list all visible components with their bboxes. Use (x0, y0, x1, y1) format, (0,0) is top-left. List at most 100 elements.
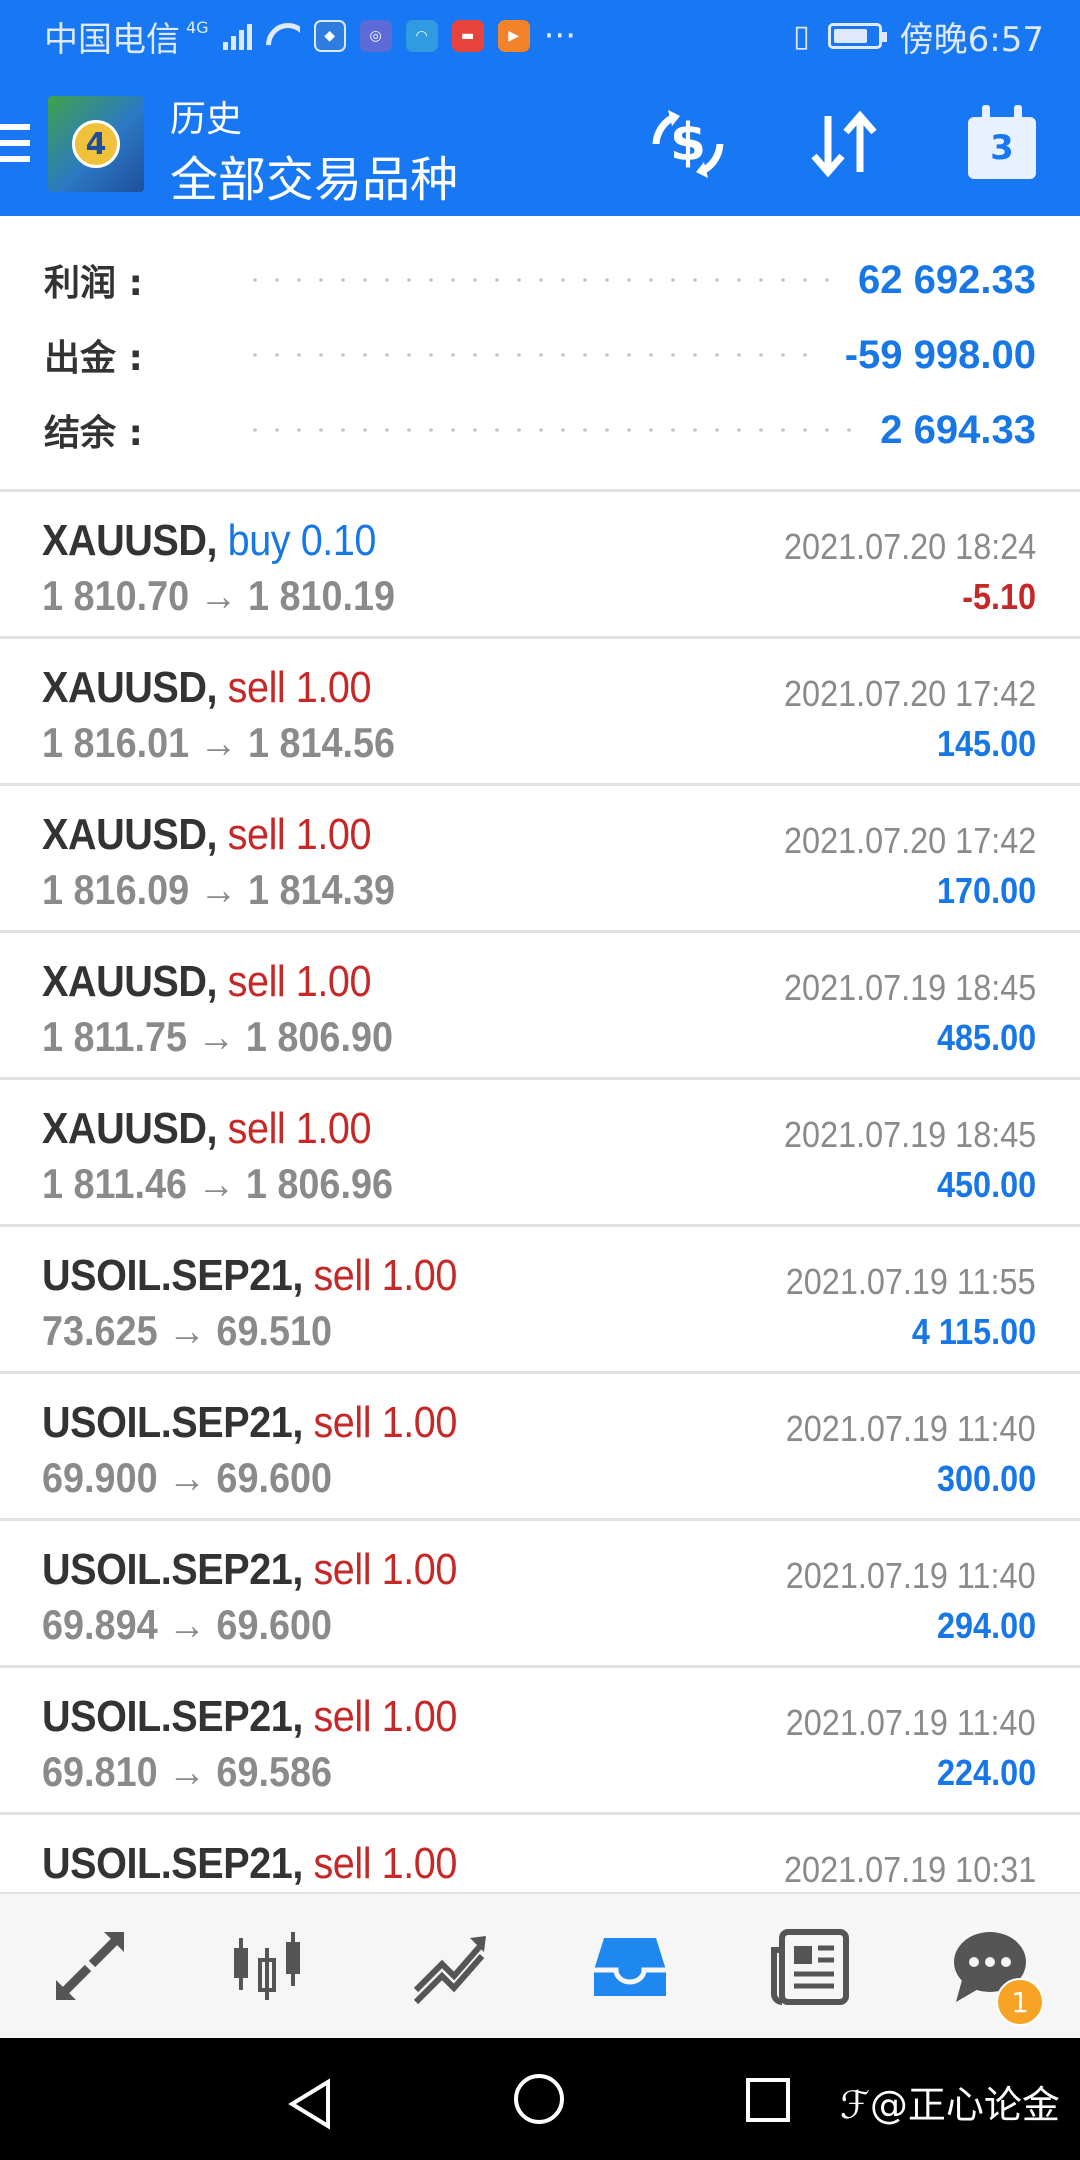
app-bar: 4 历史 全部交易品种 $ 3 (0, 72, 1080, 216)
nav-history[interactable] (540, 1894, 720, 2038)
trade-time: 2021.07.19 11:40 (786, 1408, 1036, 1449)
trade-row[interactable]: USOIL.SEP21, sell 1.00 69.894 → 69.600 2… (0, 1521, 1080, 1668)
trade-row[interactable]: USOIL.SEP21, sell 1.00 2021.07.19 10:31 (0, 1815, 1080, 1892)
back-icon[interactable] (286, 2078, 334, 2130)
trade-prices: 1 816.01 → 1 814.56 (42, 719, 396, 766)
trade-symbol: USOIL.SEP21, (42, 1251, 303, 1300)
battery-icon (827, 23, 887, 49)
news-icon[interactable] (768, 1924, 852, 2008)
trade-symbol: USOIL.SEP21, (42, 1839, 303, 1888)
nav-messages[interactable]: 1 (900, 1894, 1080, 2038)
wifi-icon (266, 23, 300, 49)
trade-prices: 73.625 → 69.510 (42, 1307, 333, 1354)
trade-time: 2021.07.19 11:55 (786, 1261, 1036, 1302)
page-subtitle: 历史 (170, 99, 243, 140)
dotted-leader (244, 428, 861, 432)
profit-row: 利润 : 62 692.33 (44, 250, 1036, 310)
nav-quotes[interactable] (0, 1894, 180, 2038)
trade-profit: 4 115.00 (911, 1311, 1036, 1352)
trade-side: sell 1.00 (313, 1839, 457, 1888)
balance-value: 2 694.33 (880, 407, 1036, 452)
trade-symbol: XAUUSD, (42, 957, 218, 1006)
trade-side: sell 1.00 (227, 957, 372, 1006)
nav-news[interactable] (720, 1894, 900, 2038)
trade-symbol: XAUUSD, (42, 1104, 218, 1153)
more-notifications-icon: ··· (543, 16, 577, 56)
huawei-app-icon: ▬ (451, 20, 484, 52)
trade-profit: 450.00 (936, 1164, 1036, 1205)
recent-apps-icon[interactable] (746, 2078, 790, 2122)
mt4-logo: 4 (48, 96, 144, 192)
trade-quotes-icon[interactable] (48, 1924, 132, 2008)
trade-side: sell 1.00 (313, 1398, 457, 1447)
trade-row[interactable]: USOIL.SEP21, sell 1.00 73.625 → 69.510 2… (0, 1227, 1080, 1374)
signal-icon (222, 22, 252, 50)
network-type: 4G (186, 17, 209, 37)
trade-prices: 69.894 → 69.600 (42, 1601, 333, 1648)
trade-side: buy 0.10 (227, 516, 377, 565)
trade-prices: 1 811.75 → 1 806.90 (42, 1013, 393, 1060)
dotted-leader (244, 353, 825, 357)
trade-side: sell 1.00 (313, 1692, 457, 1741)
trade-time: 2021.07.19 18:45 (783, 1114, 1036, 1155)
deposit-withdraw-icon[interactable]: $ (646, 102, 730, 186)
trade-symbol: XAUUSD, (42, 516, 218, 565)
nav-trade[interactable] (360, 1894, 540, 2038)
home-icon[interactable] (514, 2074, 564, 2124)
trade-side: sell 1.00 (313, 1545, 457, 1594)
menu-icon[interactable] (0, 124, 30, 172)
status-time: 傍晚6:57 (899, 19, 1044, 60)
browser-app-icon: ◎ (359, 20, 392, 52)
page-title[interactable]: 全部交易品种 (170, 140, 458, 210)
trade-side: sell 1.00 (313, 1251, 457, 1300)
trade-side: sell 1.00 (227, 1104, 372, 1153)
chart-icon[interactable] (228, 1924, 312, 2008)
trade-prices: 69.810 → 69.586 (42, 1748, 333, 1795)
watermark: ℱ@正心论金 (840, 2083, 1060, 2127)
trade-prices: 1 816.09 → 1 814.39 (42, 866, 396, 913)
trade-symbol: USOIL.SEP21, (42, 1545, 303, 1594)
weibo-logo-icon: ℱ (840, 2083, 870, 2127)
nav-charts[interactable] (180, 1894, 360, 2038)
trade-row[interactable]: XAUUSD, buy 0.10 1 810.70 → 1 810.19 202… (0, 492, 1080, 639)
video-app-icon: ▶ (497, 20, 530, 52)
trade-profit: 145.00 (936, 723, 1036, 764)
messages-badge: 1 (996, 1978, 1044, 2026)
trade-time: 2021.07.20 17:42 (783, 673, 1036, 714)
history-summary: 利润 : 62 692.33 出金 : -59 998.00 结余 : 2 69… (0, 216, 1080, 492)
trade-row[interactable]: XAUUSD, sell 1.00 1 816.09 → 1 814.39 20… (0, 786, 1080, 933)
trade-profit: 170.00 (936, 870, 1036, 911)
cloud-app-icon: ◠ (405, 20, 438, 52)
withdrawal-value: -59 998.00 (844, 332, 1036, 377)
trade-time: 2021.07.20 17:42 (783, 820, 1036, 861)
carrier-name: 中国电信 (44, 19, 180, 60)
trade-profit: 224.00 (936, 1752, 1036, 1793)
trade-side: sell 1.00 (227, 663, 372, 712)
trade-history-list[interactable]: XAUUSD, buy 0.10 1 810.70 → 1 810.19 202… (0, 492, 1080, 1892)
trade-row[interactable]: USOIL.SEP21, sell 1.00 69.810 → 69.586 2… (0, 1668, 1080, 1815)
trade-prices: 1 811.46 → 1 806.96 (42, 1160, 393, 1207)
trade-prices: 69.900 → 69.600 (42, 1454, 333, 1501)
trade-time: 2021.07.19 11:40 (786, 1555, 1036, 1596)
trade-symbol: XAUUSD, (42, 663, 218, 712)
trade-time: 2021.07.19 10:31 (783, 1849, 1036, 1890)
profit-label: 利润 : (44, 263, 143, 304)
trade-symbol: XAUUSD, (42, 810, 218, 859)
trade-profit: 294.00 (936, 1605, 1036, 1646)
calendar-icon[interactable]: 3 (960, 102, 1044, 186)
trade-row[interactable]: USOIL.SEP21, sell 1.00 69.900 → 69.600 2… (0, 1374, 1080, 1521)
trade-side: sell 1.00 (227, 810, 372, 859)
shield-app-icon: ◆ (313, 20, 346, 52)
trade-time: 2021.07.19 18:45 (783, 967, 1036, 1008)
profit-value: 62 692.33 (858, 257, 1036, 302)
trade-row[interactable]: XAUUSD, sell 1.00 1 811.75 → 1 806.90 20… (0, 933, 1080, 1080)
history-icon[interactable] (588, 1924, 672, 2008)
balance-row: 结余 : 2 694.33 (44, 400, 1036, 460)
trade-icon[interactable] (408, 1924, 492, 2008)
trade-row[interactable]: XAUUSD, sell 1.00 1 816.01 → 1 814.56 20… (0, 639, 1080, 786)
svg-text:$: $ (670, 113, 706, 173)
sort-icon[interactable] (802, 102, 886, 186)
trade-row[interactable]: XAUUSD, sell 1.00 1 811.46 → 1 806.96 20… (0, 1080, 1080, 1227)
trade-profit: 485.00 (936, 1017, 1036, 1058)
dotted-leader (244, 278, 839, 282)
